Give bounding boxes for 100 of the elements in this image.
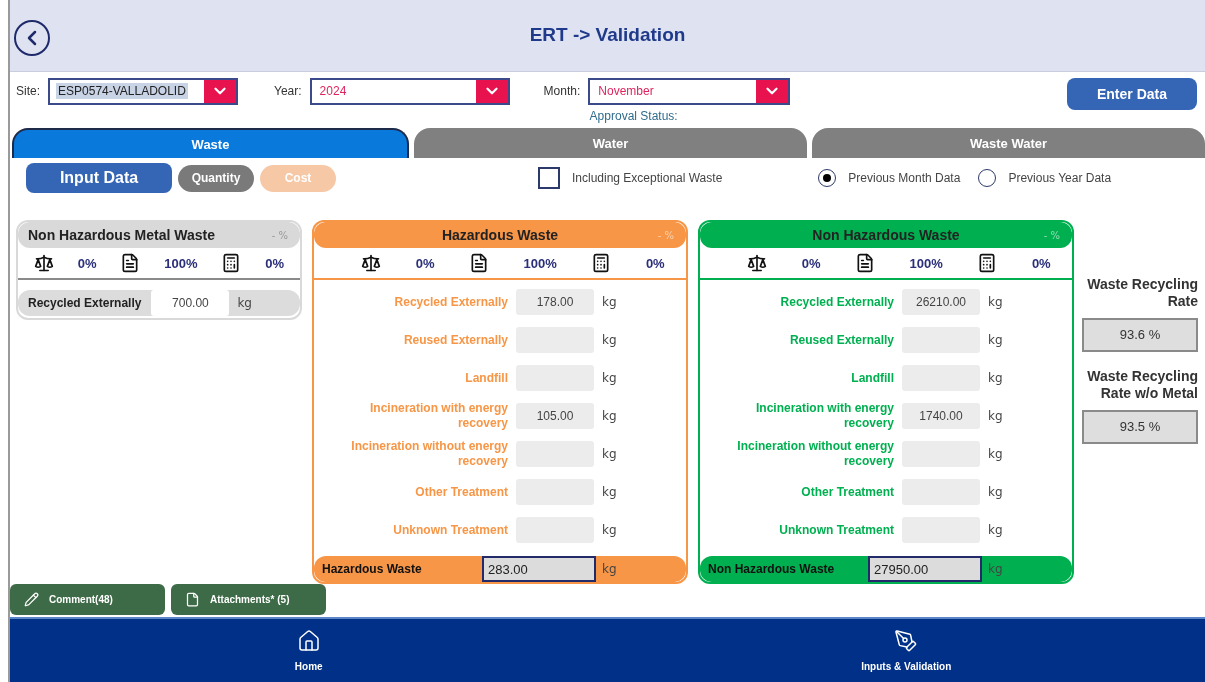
unit-label: kg [602,562,617,577]
total-label: Hazardous Waste [322,562,423,577]
back-button[interactable] [14,20,50,56]
dropdown-caret[interactable] [204,79,236,103]
percent-label: - % [271,229,288,241]
calculator-icon [977,253,998,274]
unit-label: kg [237,296,252,311]
stat-value: 0% [645,255,665,271]
dropdown-value: November [597,83,655,100]
row-label: Unknown Treatment [392,522,508,538]
row-label: Recycled Externally [28,296,142,311]
enter-data-button[interactable]: Enter Data [1067,77,1197,110]
unit-label: kg [988,562,1003,577]
checkbox[interactable] [538,167,560,190]
pen-tool-icon [894,629,919,654]
scale-icon [33,253,54,274]
document-icon [855,253,876,274]
stat-value: 0% [1031,255,1051,271]
nav-button[interactable]: Inputs & Validation [607,619,1205,682]
dropdown[interactable]: November [588,77,791,105]
unit-label: kg [602,447,617,462]
calculator-icon [221,253,242,274]
row-label: Incineration with energy recovery [368,401,508,432]
row-label: Incineration without energy recovery [736,439,894,470]
unit-label: kg [988,371,1003,386]
unit-label: kg [602,371,617,386]
row-label: Recycled Externally [779,294,894,310]
rate-label: Waste Recycling Rate w/o Metal [1086,367,1198,402]
stat-value: 0% [265,255,285,271]
rate-value: 93.5 % [1082,409,1198,444]
page-title: ERT -> Validation [529,24,686,47]
unit-label: kg [988,447,1003,462]
filter-label: Year: [274,84,302,99]
checkbox-label: Including Exceptional Waste [572,171,723,186]
row-label: Landfill [464,370,508,386]
dropdown-value: 2024 [318,83,348,100]
unit-label: kg [988,333,1003,348]
dropdown[interactable]: 2024 [309,77,510,105]
unit-label: kg [988,523,1003,538]
tab[interactable]: Water [414,127,807,159]
row-label: Landfill [850,370,894,386]
row-label: Incineration with energy recovery [754,401,894,432]
dropdown[interactable]: ESP0574-VALLADOLID [48,77,238,105]
card-title: Non Hazardous Metal Waste [28,227,215,244]
unit-label: kg [602,295,617,310]
unit-label: kg [988,409,1003,424]
approval-status-label: Approval Status: [589,108,679,123]
unit-label: kg [988,485,1003,500]
mode-button[interactable]: Quantity [178,164,254,192]
card-title: Non Hazardous Waste [812,227,960,244]
radio-label: Previous Month Data [848,171,961,186]
radio-label: Previous Year Data [1008,171,1112,186]
quantity-field[interactable]: 1740.00 [902,403,980,430]
rate-value: 93.6 % [1082,317,1198,352]
unit-label: kg [988,295,1003,310]
scale-icon [361,253,382,274]
filter-label: Month: [543,84,581,99]
unit-label: kg [602,409,617,424]
pencil-icon [24,592,39,608]
action-button[interactable]: Comment(48) [10,584,165,616]
stat-value: 100% [164,255,198,271]
card-title: Hazardous Waste [441,227,559,244]
tab[interactable]: Waste [12,127,409,159]
row-label: Incineration without energy recovery [350,439,508,470]
document-icon [469,253,490,274]
quantity-field[interactable]: 700.00 [151,290,230,317]
file-icon [185,592,200,608]
stat-value: 0% [77,255,97,271]
rate-label: Waste Recycling Rate [1086,276,1198,310]
dropdown-caret[interactable] [756,79,789,103]
row-label: Unknown Treatment [778,522,894,538]
row-label: Reused Externally [788,332,894,348]
stat-value: 100% [909,255,943,271]
total-field[interactable]: 27950.00 [868,556,982,583]
percent-label: - % [1043,229,1060,241]
dropdown-caret[interactable] [475,79,508,103]
total-field[interactable]: 283.00 [482,556,596,583]
tab[interactable]: Waste Water [812,127,1205,159]
row-label: Recycled Externally [393,294,508,310]
quantity-field[interactable]: 105.00 [516,403,594,430]
document-icon [120,253,141,274]
filter-label: Site: [16,84,40,99]
unit-label: kg [602,485,617,500]
unit-label: kg [602,333,617,348]
action-button[interactable]: Attachments* (5) [171,584,326,616]
stat-value: 0% [415,255,435,271]
nav-button[interactable]: Home [10,619,608,682]
stat-value: 0% [801,255,821,271]
row-label: Other Treatment [800,484,894,500]
row-label: Other Treatment [414,484,508,500]
total-label: Non Hazardous Waste [708,562,836,577]
stat-value: 100% [523,255,557,271]
calculator-icon [591,253,612,274]
home-icon [296,629,321,654]
dropdown-value: ESP0574-VALLADOLID [56,83,188,100]
quantity-field[interactable]: 178.00 [516,289,594,316]
row-label: Reused Externally [402,332,508,348]
quantity-field[interactable]: 26210.00 [902,289,980,316]
unit-label: kg [602,523,617,538]
mode-button[interactable]: Input Data [26,163,172,194]
